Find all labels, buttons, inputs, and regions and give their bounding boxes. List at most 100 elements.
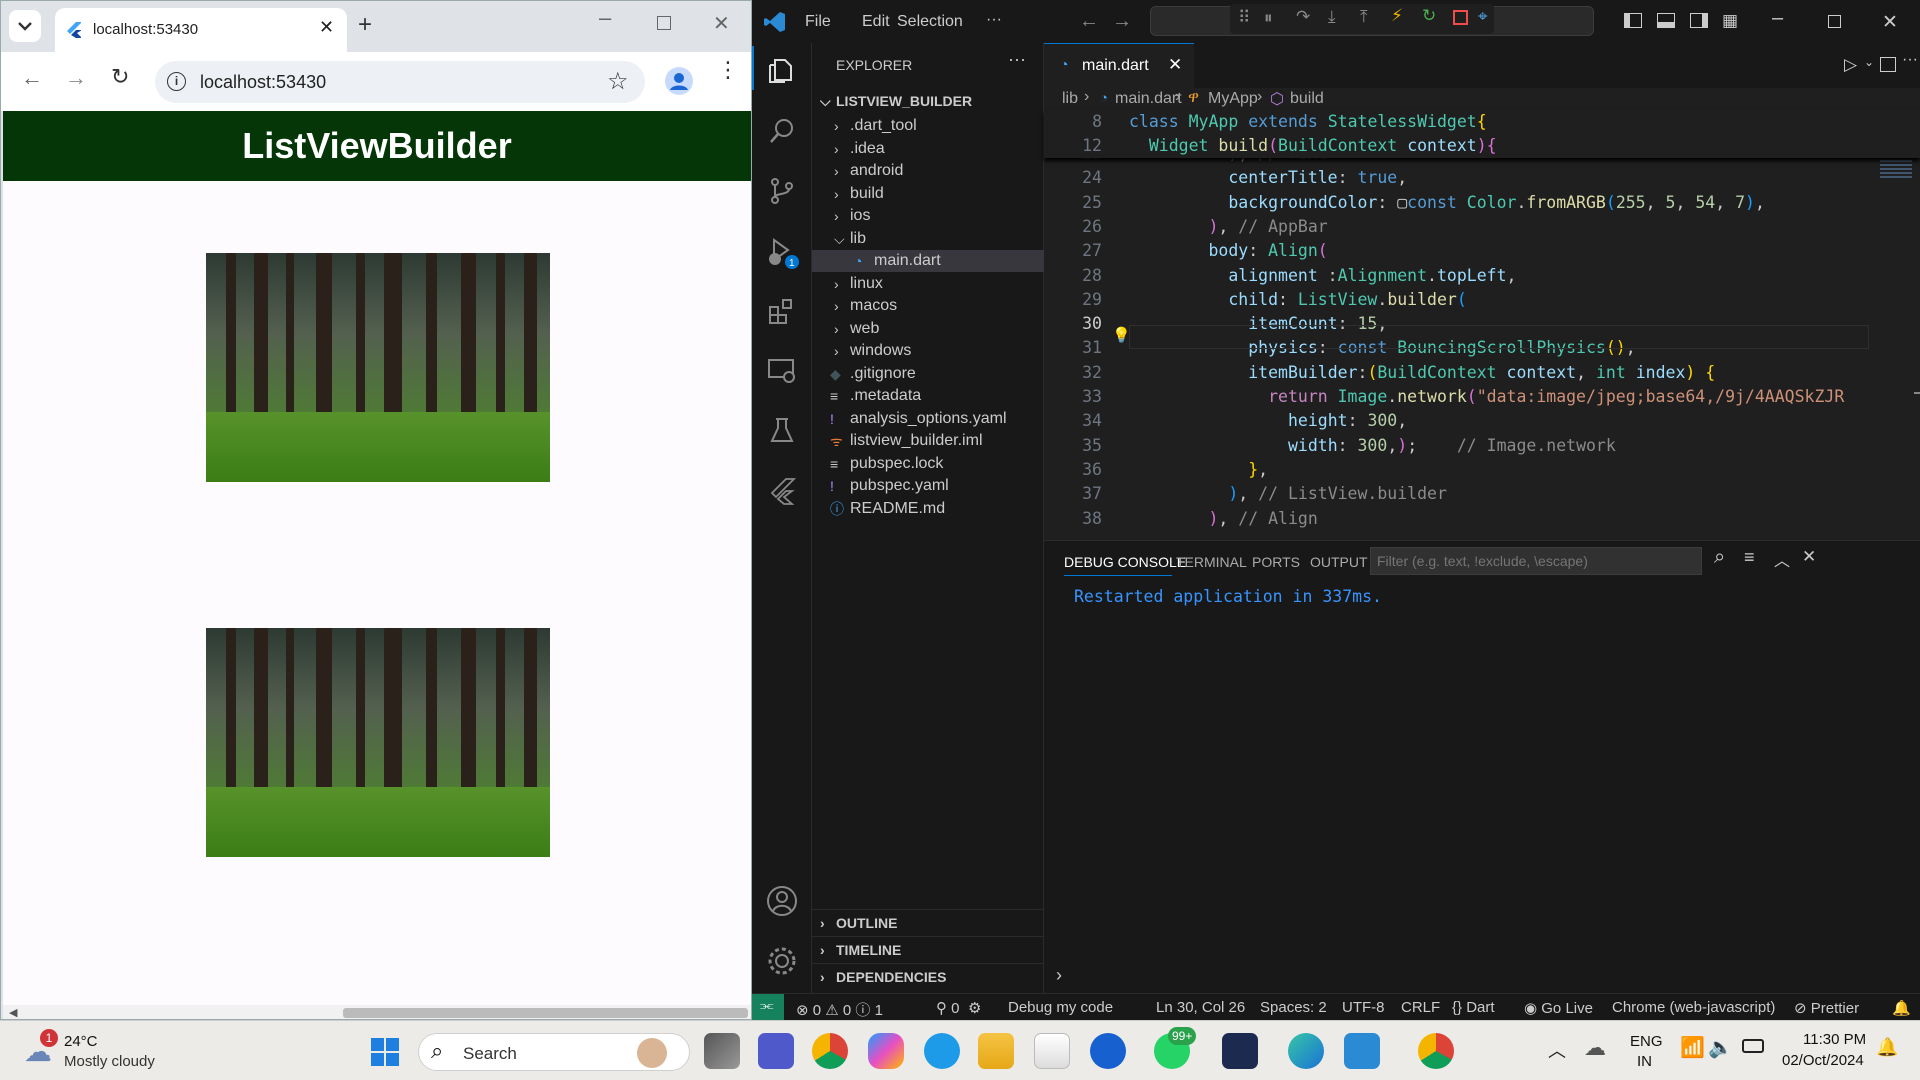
maximize-panel-icon[interactable]: ︿	[1774, 547, 1790, 571]
tab-ports[interactable]: PORTS	[1252, 554, 1300, 570]
copilot-icon[interactable]	[868, 1033, 904, 1069]
file-item[interactable]: ! analysis_options.yaml	[812, 408, 1044, 430]
file-item[interactable]: ◆ .gitignore	[812, 363, 1044, 385]
toggle-secondary-sidebar-icon[interactable]	[1690, 13, 1708, 28]
breadcrumb-class[interactable]: MyApp	[1208, 90, 1258, 108]
bookmark-star-icon[interactable]: ☆	[607, 67, 629, 96]
menu-selection[interactable]: Selection	[897, 13, 963, 31]
code-line[interactable]: 37 ), // ListView.builder	[1044, 482, 1920, 506]
vs-close-button[interactable]: ✕	[1882, 11, 1898, 34]
code-line[interactable]: 38 ), // Align	[1044, 507, 1920, 531]
folder-item[interactable]: › web	[812, 318, 1044, 340]
whatsapp-icon[interactable]: 99+	[1154, 1027, 1197, 1069]
run-dropdown-icon[interactable]: ⌄	[1864, 55, 1874, 69]
menu-edit[interactable]: Edit	[862, 13, 890, 31]
menu-file[interactable]: File	[805, 13, 831, 31]
file-explorer-icon[interactable]	[978, 1033, 1014, 1069]
scroll-left-icon[interactable]: ◀	[9, 1006, 17, 1019]
source-control-icon[interactable]	[768, 177, 796, 205]
folder-item[interactable]: ⌵ lib	[812, 228, 1044, 250]
flutter-sidebar-icon[interactable]	[768, 477, 796, 505]
wifi-icon[interactable]: 📶	[1680, 1035, 1705, 1060]
explorer-icon[interactable]	[767, 57, 795, 85]
console-prompt-icon[interactable]: ›	[1056, 965, 1062, 986]
browser-tab[interactable]: localhost:53430 ✕	[55, 8, 347, 52]
line-content[interactable]: itemBuilder:(BuildContext context, int i…	[1129, 361, 1715, 385]
close-editor-icon[interactable]: ✕	[1168, 55, 1182, 75]
language-mode[interactable]: {} Dart	[1452, 999, 1495, 1016]
folder-item[interactable]: › .idea	[812, 138, 1044, 160]
code-line[interactable]: 23 ), // Text	[1044, 158, 1920, 166]
device-selector[interactable]: Chrome (web-javascript)	[1612, 999, 1775, 1016]
hot-reload-icon[interactable]: ⚡	[1391, 6, 1403, 26]
code-lines[interactable]: 23 ), // Text24 centerTitle: true,25 bac…	[1044, 158, 1920, 540]
line-content[interactable]: height: 300,	[1129, 409, 1407, 433]
dependencies-section[interactable]: › DEPENDENCIES	[812, 963, 1044, 990]
forward-button[interactable]: →	[65, 65, 87, 91]
eol[interactable]: CRLF	[1401, 999, 1440, 1016]
back-button[interactable]: ←	[21, 65, 43, 91]
close-tab-icon[interactable]: ✕	[319, 17, 334, 38]
onedrive-icon[interactable]: ☁	[1584, 1035, 1606, 1061]
project-folder[interactable]: ⌵ LISTVIEW_BUILDER	[812, 88, 1044, 115]
nav-forward-button[interactable]: →	[1112, 10, 1132, 33]
devtools-icon[interactable]: ⌖	[1478, 7, 1488, 27]
step-into-icon[interactable]: ⤓	[1328, 7, 1336, 27]
app-icon[interactable]	[1090, 1033, 1126, 1069]
taskbar-search-box[interactable]: ⌕ Search	[418, 1033, 690, 1071]
code-line[interactable]: 33 return Image.network("data:image/jpeg…	[1044, 385, 1920, 409]
step-out-icon[interactable]: ⤒	[1360, 7, 1368, 27]
tab-debug-console[interactable]: DEBUG CONSOLE	[1064, 554, 1186, 570]
new-tab-button[interactable]: +	[358, 11, 372, 39]
code-line[interactable]: 34 height: 300,	[1044, 409, 1920, 433]
editor-more-icon[interactable]: ···	[1902, 51, 1918, 69]
folder-item[interactable]: › build	[812, 183, 1044, 205]
url-text[interactable]: localhost:53430	[200, 72, 326, 93]
breadcrumb-method[interactable]: build	[1290, 90, 1324, 108]
line-content[interactable]: ), // Text	[1129, 158, 1327, 166]
file-item[interactable]: ᯤ listview_builder.iml	[812, 430, 1044, 452]
pause-icon[interactable]: ⏸	[1264, 8, 1273, 28]
vs-minimize-button[interactable]: –	[1772, 7, 1783, 30]
chrome-taskbar-icon[interactable]	[812, 1033, 848, 1069]
line-content[interactable]: child: ListView.builder(	[1129, 288, 1466, 312]
extensions-icon[interactable]	[768, 297, 796, 325]
scrollbar-thumb[interactable]	[343, 1008, 748, 1018]
folder-item[interactable]: › windows	[812, 340, 1044, 362]
testing-icon[interactable]	[769, 417, 795, 445]
editor-tab-main-dart[interactable]: ◔ main.dart ✕	[1044, 43, 1194, 88]
code-line[interactable]: 27 body: Align(	[1044, 239, 1920, 263]
line-content[interactable]: class MyApp extends StatelessWidget{	[1129, 110, 1487, 134]
line-content[interactable]: Widget build(BuildContext context){	[1129, 134, 1497, 158]
maximize-button[interactable]	[657, 16, 671, 30]
step-over-icon[interactable]: ↷	[1296, 7, 1310, 27]
breadcrumb-lib[interactable]: lib	[1062, 90, 1078, 108]
drag-handle-icon[interactable]: ⠿	[1238, 8, 1250, 28]
manage-gear-icon[interactable]	[766, 945, 798, 977]
go-live[interactable]: ◉ Go Live	[1524, 999, 1593, 1017]
tab-terminal[interactable]: TERMINAL	[1176, 554, 1247, 570]
line-content[interactable]: ), // AppBar	[1129, 215, 1327, 239]
folder-item[interactable]: › ios	[812, 205, 1044, 227]
line-content[interactable]: centerTitle: true,	[1129, 166, 1407, 190]
problems-status[interactable]: ⊗ 0 ⚠ 0 ⓘ 1	[796, 999, 883, 1020]
close-window-button[interactable]: ✕	[713, 11, 730, 36]
code-line[interactable]: 35 width: 300,); // Image.network	[1044, 434, 1920, 458]
volume-icon[interactable]: 🔈	[1708, 1035, 1733, 1060]
find-icon[interactable]: ⌕	[1714, 546, 1725, 569]
cursor-position[interactable]: Ln 30, Col 26	[1156, 999, 1245, 1016]
dh-app-icon[interactable]	[1222, 1033, 1258, 1069]
split-editor-icon[interactable]	[1880, 57, 1896, 72]
debug-mode-status[interactable]: Debug my code	[1008, 999, 1113, 1016]
teams-icon[interactable]	[758, 1033, 794, 1069]
search-icon[interactable]	[768, 117, 796, 145]
site-info-icon[interactable]: i	[167, 72, 186, 91]
chrome-taskbar-icon-2[interactable]	[1418, 1033, 1454, 1069]
remote-explorer-icon[interactable]	[767, 357, 797, 385]
line-content[interactable]: width: 300,); // Image.network	[1129, 434, 1616, 458]
line-content[interactable]: backgroundColor: ▢const Color.fromARGB(2…	[1129, 191, 1765, 215]
line-content[interactable]: alignment :Alignment.topLeft,	[1129, 264, 1516, 288]
tab-output[interactable]: OUTPUT	[1310, 554, 1368, 570]
help-app-icon[interactable]	[924, 1033, 960, 1069]
filter-input[interactable]	[1370, 547, 1702, 575]
